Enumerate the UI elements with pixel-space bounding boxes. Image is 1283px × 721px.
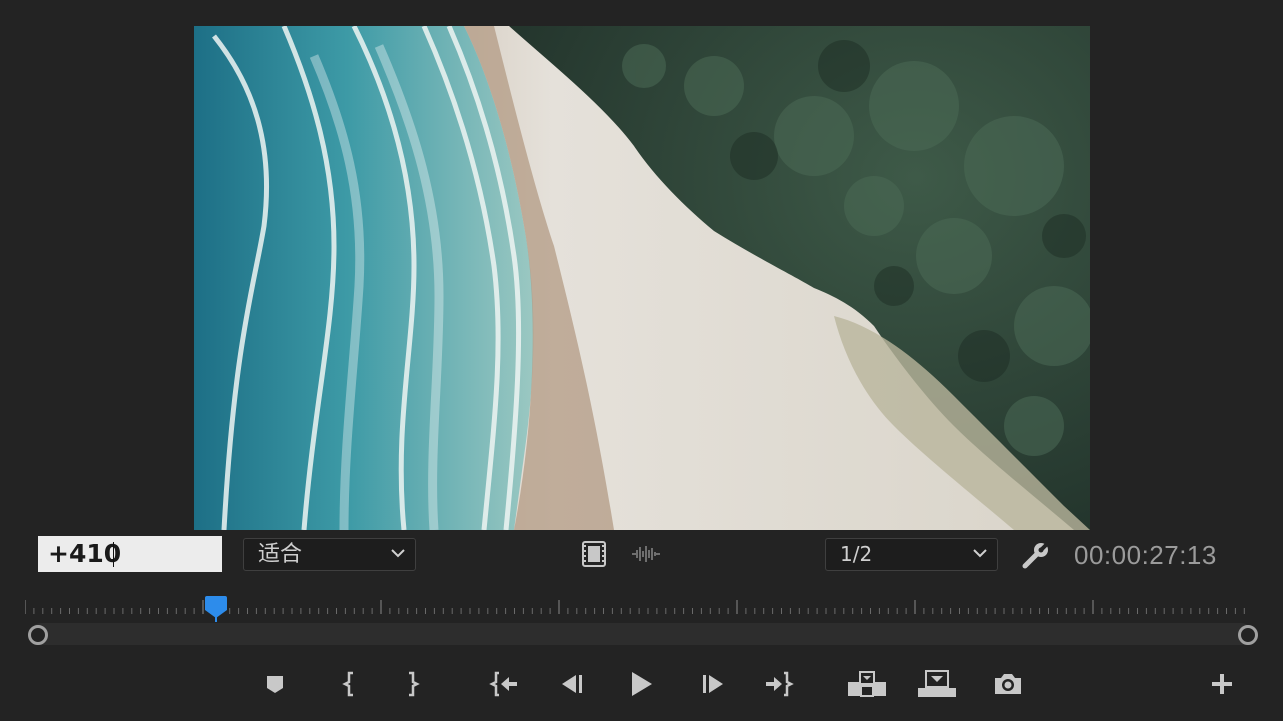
plus-icon	[1212, 674, 1232, 694]
play-button[interactable]	[619, 662, 663, 706]
step-back-button[interactable]	[550, 662, 594, 706]
overwrite-icon	[918, 670, 956, 697]
playhead[interactable]	[204, 596, 228, 626]
marker-icon	[267, 676, 283, 693]
insert-icon	[848, 671, 886, 697]
mark-in-button[interactable]	[327, 662, 371, 706]
beach-frame-image	[194, 26, 1090, 530]
monitor-controls-row: +410 适合 1/2 00:00:27:13	[0, 536, 1283, 576]
insert-button[interactable]	[845, 662, 889, 706]
waveform-icon[interactable]	[630, 542, 662, 566]
mark-in-icon	[342, 671, 353, 697]
play-icon	[632, 672, 652, 696]
chevron-down-icon	[973, 549, 987, 558]
step-back-icon	[562, 675, 582, 693]
add-marker-button[interactable]	[253, 662, 297, 706]
go-to-in-button[interactable]	[481, 662, 525, 706]
mark-out-button[interactable]	[391, 662, 435, 706]
overwrite-button[interactable]	[915, 662, 959, 706]
go-to-out-button[interactable]	[758, 662, 802, 706]
resolution-value: 1/2	[840, 542, 873, 566]
playback-resolution-select[interactable]: 1/2	[825, 538, 998, 571]
button-editor-button[interactable]	[1200, 662, 1244, 706]
go-to-out-icon	[766, 671, 794, 697]
chevron-down-icon	[391, 549, 405, 558]
go-to-in-icon	[489, 671, 517, 697]
step-forward-button[interactable]	[691, 662, 735, 706]
zoom-level-value: 适合	[258, 542, 303, 567]
camera-icon	[995, 674, 1021, 694]
zoom-level-select[interactable]: 适合	[243, 538, 416, 571]
video-preview	[194, 26, 1090, 530]
wrench-icon[interactable]	[1020, 539, 1052, 571]
text-caret	[113, 542, 114, 567]
zoom-handle-left[interactable]	[28, 625, 48, 645]
zoom-scroll-bar[interactable]	[30, 623, 1252, 645]
mini-timeline[interactable]	[0, 590, 1283, 650]
zoom-handle-right[interactable]	[1238, 625, 1258, 645]
transport-controls	[0, 662, 1283, 706]
timecode-entry-field[interactable]: +410	[38, 536, 222, 572]
mark-out-icon	[409, 671, 420, 697]
film-strip-icon[interactable]	[580, 540, 608, 568]
current-timecode[interactable]: 00:00:27:13	[1074, 540, 1217, 571]
export-frame-button[interactable]	[986, 662, 1030, 706]
step-forward-icon	[703, 675, 723, 693]
